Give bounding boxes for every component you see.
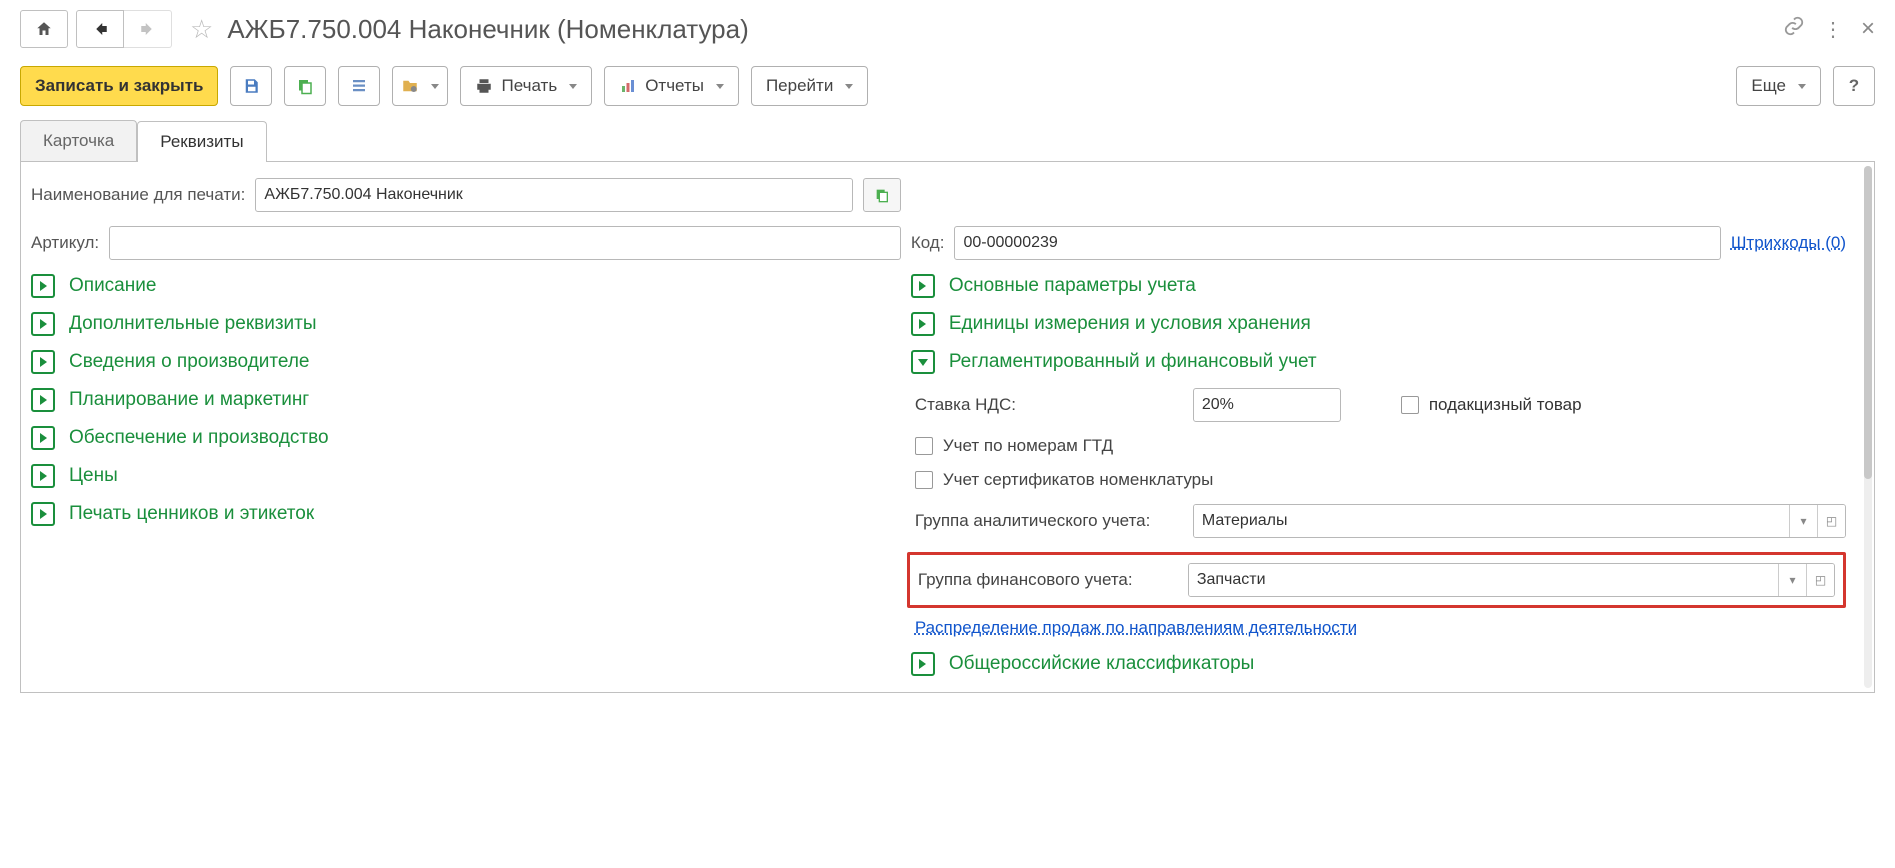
home-button[interactable] bbox=[20, 10, 68, 48]
section-additional[interactable]: Дополнительные реквизиты bbox=[31, 312, 901, 336]
folder-gear-icon bbox=[401, 77, 419, 95]
distribution-link[interactable]: Распределение продаж по направлениям дея… bbox=[915, 618, 1357, 637]
vat-input[interactable] bbox=[1193, 388, 1341, 422]
reports-button[interactable]: Отчеты bbox=[604, 66, 739, 106]
section-planning[interactable]: Планирование и маркетинг bbox=[31, 388, 901, 412]
favorite-star-icon[interactable]: ☆ bbox=[190, 14, 213, 45]
section-print-labels[interactable]: Печать ценников и этикеток bbox=[31, 502, 901, 526]
section-units[interactable]: Единицы измерения и условия хранения bbox=[911, 312, 1846, 336]
analytic-group-input[interactable] bbox=[1194, 505, 1789, 537]
fill-name-button[interactable] bbox=[863, 178, 901, 212]
arrow-left-icon bbox=[91, 20, 109, 38]
gtd-checkbox[interactable] bbox=[915, 437, 933, 455]
settings-dropdown-button[interactable] bbox=[392, 66, 448, 106]
article-label: Артикул: bbox=[31, 233, 99, 253]
cert-label: Учет сертификатов номенклатуры bbox=[943, 470, 1214, 490]
dropdown-icon[interactable]: ▾ bbox=[1778, 564, 1806, 596]
highlight-fin-group: Группа финансового учета: ▾ ◰ bbox=[907, 552, 1846, 608]
copy-icon bbox=[296, 77, 314, 95]
print-name-input[interactable] bbox=[255, 178, 852, 212]
section-prices[interactable]: Цены bbox=[31, 464, 901, 488]
cert-checkbox[interactable] bbox=[915, 471, 933, 489]
page-title: АЖБ7.750.004 Наконечник (Номенклатура) bbox=[227, 14, 1775, 45]
chevron-right-icon bbox=[911, 312, 935, 336]
article-input[interactable] bbox=[109, 226, 901, 260]
kebab-menu-icon[interactable]: ⋮ bbox=[1823, 17, 1843, 42]
code-input[interactable] bbox=[954, 226, 1720, 260]
goto-button[interactable]: Перейти bbox=[751, 66, 868, 106]
save-close-button[interactable]: Записать и закрыть bbox=[20, 66, 218, 106]
chevron-down-icon bbox=[911, 350, 935, 374]
list-icon bbox=[350, 77, 368, 95]
fin-group-label: Группа финансового учета: bbox=[918, 570, 1178, 590]
tab-card[interactable]: Карточка bbox=[20, 120, 137, 161]
fin-group-combo[interactable]: ▾ ◰ bbox=[1188, 563, 1835, 597]
more-button[interactable]: Еще bbox=[1736, 66, 1821, 106]
section-finance[interactable]: Регламентированный и финансовый учет bbox=[911, 350, 1846, 374]
analytic-group-combo[interactable]: ▾ ◰ bbox=[1193, 504, 1846, 538]
section-description[interactable]: Описание bbox=[31, 274, 901, 298]
home-icon bbox=[35, 20, 53, 38]
open-icon[interactable]: ◰ bbox=[1817, 505, 1845, 537]
open-icon[interactable]: ◰ bbox=[1806, 564, 1834, 596]
section-supply[interactable]: Обеспечение и производство bbox=[31, 426, 901, 450]
printer-icon bbox=[475, 77, 493, 95]
dropdown-icon[interactable]: ▾ bbox=[1789, 505, 1817, 537]
chart-icon bbox=[619, 77, 637, 95]
help-button[interactable]: ? bbox=[1833, 66, 1875, 106]
print-button[interactable]: Печать bbox=[460, 66, 592, 106]
print-name-label: Наименование для печати: bbox=[31, 185, 245, 205]
chevron-right-icon bbox=[31, 350, 55, 374]
back-button[interactable] bbox=[76, 10, 124, 48]
vat-label: Ставка НДС: bbox=[915, 395, 1183, 415]
excise-label: подакцизный товар bbox=[1429, 395, 1582, 415]
analytic-group-label: Группа аналитического учета: bbox=[915, 511, 1183, 531]
save-button[interactable] bbox=[230, 66, 272, 106]
excise-checkbox[interactable] bbox=[1401, 396, 1419, 414]
chevron-right-icon bbox=[31, 388, 55, 412]
chevron-right-icon bbox=[911, 652, 935, 676]
fin-group-input[interactable] bbox=[1189, 564, 1778, 596]
barcodes-link[interactable]: Штрихкоды (0) bbox=[1731, 233, 1846, 253]
floppy-icon bbox=[242, 77, 260, 95]
scrollbar[interactable] bbox=[1864, 166, 1872, 688]
list-button[interactable] bbox=[338, 66, 380, 106]
gtd-label: Учет по номерам ГТД bbox=[943, 436, 1113, 456]
code-label: Код: bbox=[911, 233, 945, 253]
chevron-right-icon bbox=[31, 426, 55, 450]
section-manufacturer[interactable]: Сведения о производителе bbox=[31, 350, 901, 374]
chevron-right-icon bbox=[31, 502, 55, 526]
copy-button[interactable] bbox=[284, 66, 326, 106]
close-icon[interactable]: × bbox=[1861, 15, 1875, 43]
tab-requisites[interactable]: Реквизиты bbox=[137, 121, 266, 162]
chevron-right-icon bbox=[31, 274, 55, 298]
copy-small-icon bbox=[874, 187, 890, 203]
chevron-right-icon bbox=[911, 274, 935, 298]
section-main-params[interactable]: Основные параметры учета bbox=[911, 274, 1846, 298]
link-icon[interactable] bbox=[1783, 15, 1805, 43]
chevron-right-icon bbox=[31, 312, 55, 336]
section-classifiers[interactable]: Общероссийские классификаторы bbox=[911, 652, 1846, 676]
arrow-right-icon bbox=[139, 20, 157, 38]
scrollbar-thumb[interactable] bbox=[1864, 166, 1872, 479]
chevron-right-icon bbox=[31, 464, 55, 488]
forward-button[interactable] bbox=[124, 10, 172, 48]
